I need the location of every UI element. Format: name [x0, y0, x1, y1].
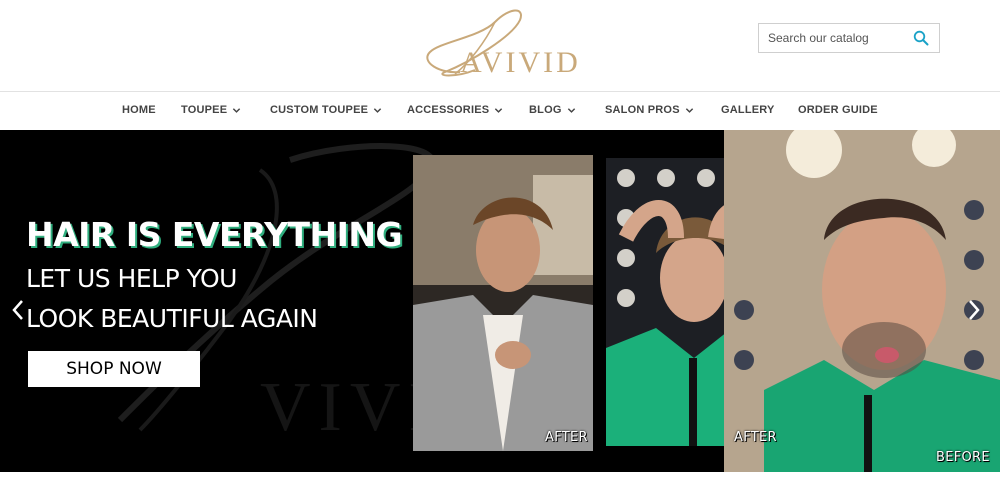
chevron-down-icon [373, 107, 382, 113]
hero-subline-1: LET US HELP YOU [26, 264, 237, 293]
after-photo-1 [413, 155, 593, 451]
nav-item-order-guide[interactable]: ORDER GUIDE [798, 104, 878, 116]
before-photo [724, 130, 1000, 472]
nav-item-salon-pros[interactable]: SALON PROS [605, 104, 694, 116]
photo-caption: BEFORE [936, 450, 990, 465]
chevron-down-icon [495, 107, 503, 113]
main-nav: HOME TOUPEE CUSTOM TOUPEE ACCESSORIES BL… [0, 92, 1000, 130]
chevron-left-icon[interactable] [10, 298, 26, 322]
nav-item-home[interactable]: HOME [122, 104, 156, 116]
nav-item-label: GALLERY [721, 104, 775, 116]
nav-item-label: BLOG [529, 104, 562, 116]
search-input[interactable] [759, 24, 909, 52]
hero-subline-2: LOOK BEAUTIFUL AGAIN [26, 304, 318, 333]
photo-caption: AFTER [545, 430, 588, 445]
shop-now-button[interactable]: SHOP NOW [28, 351, 200, 387]
chevron-right-icon[interactable] [966, 298, 982, 322]
hero-headline: HAIR IS EVERYTHING [26, 215, 403, 254]
site-logo[interactable]: AVIVID [400, 2, 600, 86]
nav-item-accessories[interactable]: ACCESSORIES [407, 104, 503, 116]
nav-item-label: CUSTOM TOUPEE [270, 104, 369, 116]
site-header: AVIVID [0, 0, 1000, 92]
nav-item-blog[interactable]: BLOG [529, 104, 576, 116]
man-before-icon [724, 130, 1000, 472]
nav-item-label: ACCESSORIES [407, 104, 490, 116]
page-bottom-strip [0, 472, 1000, 479]
chevron-down-icon [233, 107, 241, 113]
search-icon[interactable] [913, 30, 929, 46]
nav-item-label: HOME [122, 104, 156, 116]
nav-item-label: ORDER GUIDE [798, 104, 878, 116]
search-box [758, 23, 940, 53]
nav-item-label: TOUPEE [181, 104, 228, 116]
nav-item-gallery[interactable]: GALLERY [721, 104, 775, 116]
man-portrait-icon [413, 155, 593, 451]
hero-banner[interactable]: VIVID HAIR IS EVERYTHING LET US HELP YOU… [0, 130, 1000, 472]
nav-item-toupee[interactable]: TOUPEE [181, 104, 241, 116]
nav-item-custom-toupee[interactable]: CUSTOM TOUPEE [270, 104, 382, 116]
nav-item-label: SALON PROS [605, 104, 680, 116]
chevron-down-icon [685, 107, 693, 113]
logo-text: AVIVID [460, 46, 581, 79]
chevron-down-icon [567, 107, 575, 113]
photo-caption: AFTER [734, 430, 777, 445]
